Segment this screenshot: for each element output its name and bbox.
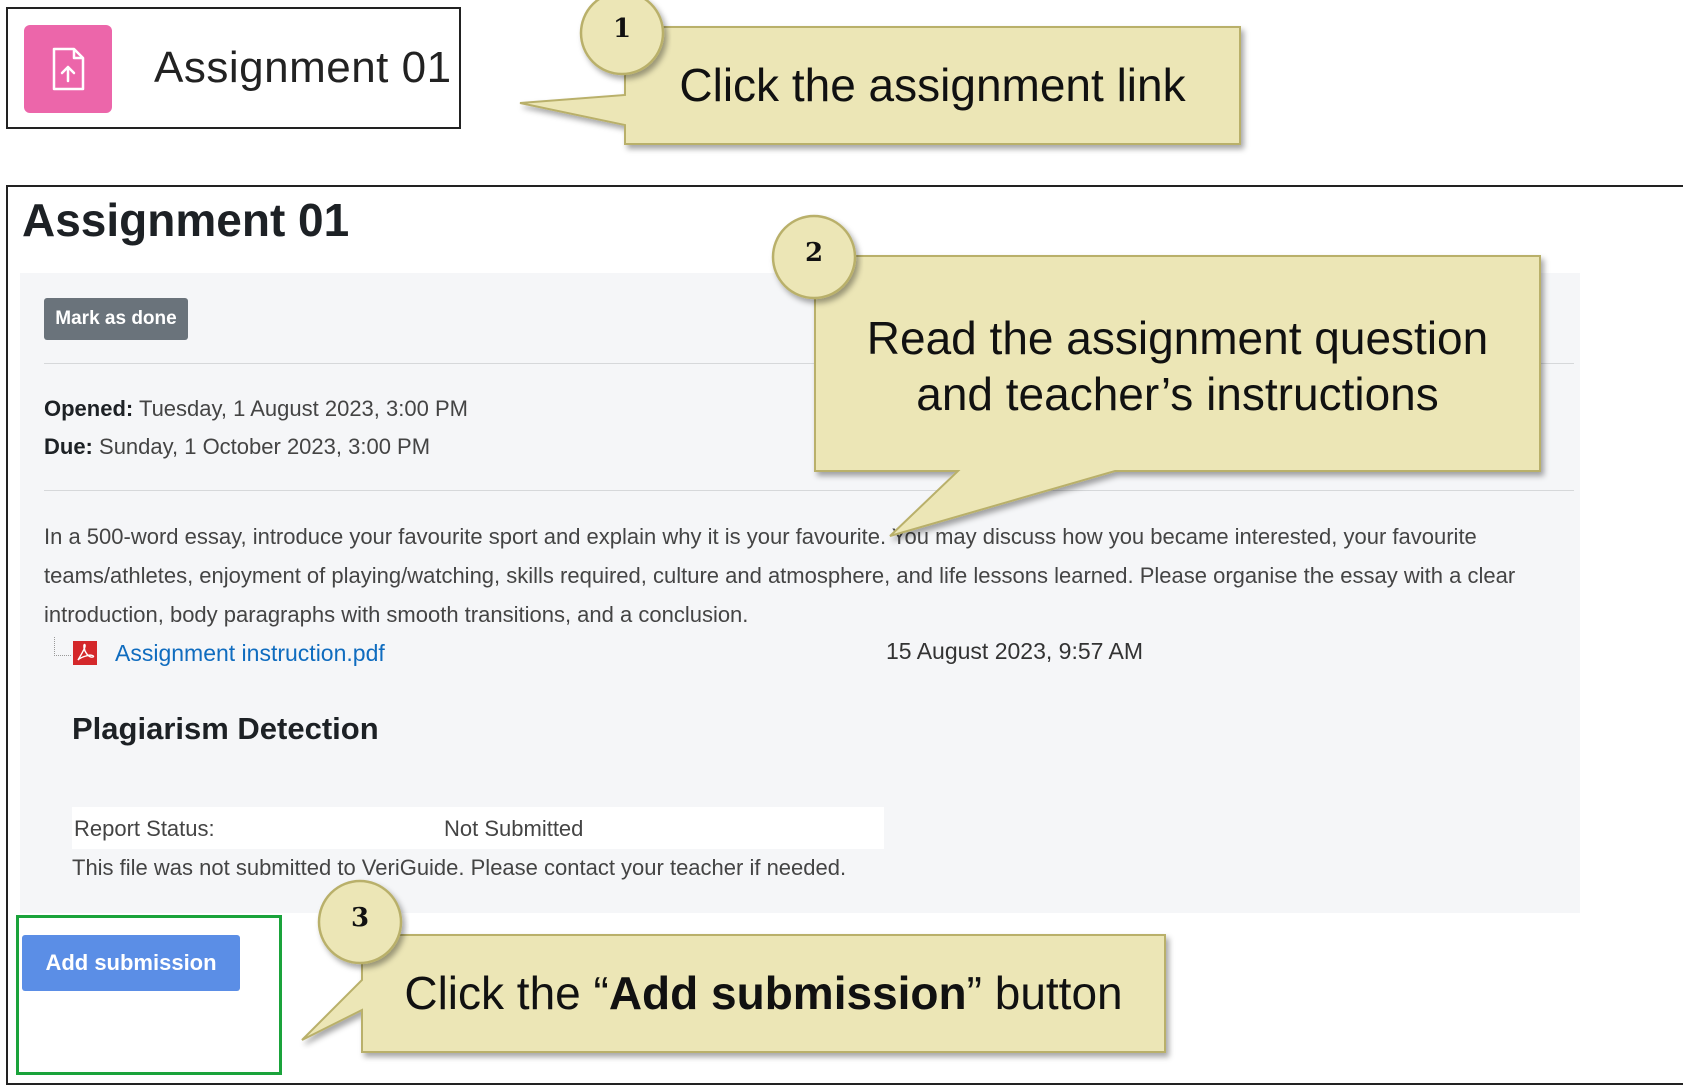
callout-2-number: 2 [804, 238, 824, 268]
callout-3-suffix: ” button [966, 967, 1123, 1019]
assignment-link-title[interactable]: Assignment 01 [154, 43, 452, 93]
add-submission-highlight [16, 915, 282, 1075]
callout-3-bold: Add submission [608, 967, 967, 1019]
attachment-date: 15 August 2023, 9:57 AM [886, 638, 1144, 664]
page-title: Assignment 01 [22, 194, 350, 246]
due-label: Due: [44, 434, 93, 459]
report-note: This file was not submitted to VeriGuide… [72, 855, 847, 880]
callout-3-prefix: Click the “ [404, 967, 609, 1019]
report-status-label: Report Status: [74, 816, 215, 841]
opened-value: Tuesday, 1 August 2023, 3:00 PM [138, 396, 468, 421]
callout-2-line-1: Read the assignment question [866, 312, 1489, 364]
assignment-description: In a 500-word essay, introduce your favo… [44, 524, 1516, 627]
opened-label: Opened: [44, 396, 134, 421]
callout-1-number: 1 [612, 14, 632, 44]
assignment-link-card[interactable]: Assignment 01 [6, 7, 461, 129]
opened-date: Opened: Tuesday, 1 August 2023, 3:00 PM [44, 396, 468, 422]
callout-3-text: Click the “Add submission” button [362, 966, 1165, 1020]
callout-2-line-2: and teacher’s instructions [916, 368, 1439, 420]
pdf-icon [73, 641, 97, 665]
report-status-value: Not Submitted [444, 816, 584, 841]
due-value: Sunday, 1 October 2023, 3:00 PM [99, 434, 431, 459]
report-status-row: Report Status: Not Submitted [72, 807, 884, 849]
file-upload-icon [24, 25, 112, 113]
callout-3-number: 3 [350, 903, 370, 933]
divider [44, 490, 1574, 491]
due-date: Due: Sunday, 1 October 2023, 3:00 PM [44, 434, 430, 460]
tree-connector [54, 636, 71, 656]
attachment-link[interactable]: Assignment instruction.pdf [115, 640, 385, 667]
callout-2-text: Read the assignment question and teacher… [815, 310, 1540, 422]
mark-as-done-button[interactable]: Mark as done [44, 298, 188, 340]
callout-1-text: Click the assignment link [679, 59, 1186, 111]
attachment-row: Assignment instruction.pdf [54, 635, 385, 671]
plagiarism-heading: Plagiarism Detection [72, 711, 379, 746]
